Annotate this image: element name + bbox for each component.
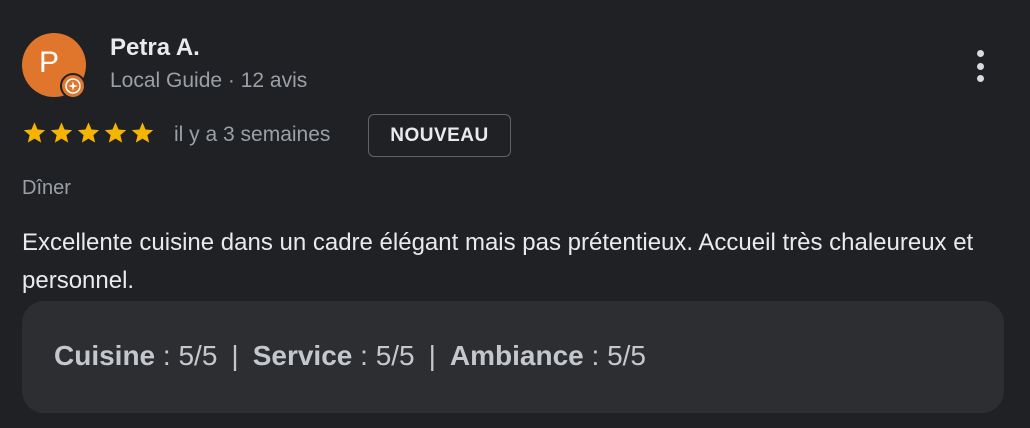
subrating-service: Service : 5/5 [252,340,415,371]
star-rating [22,120,155,146]
more-vert-icon-dot [976,75,984,82]
separator: | [428,340,436,371]
subrating-label: Service [252,340,353,371]
subrating-label: Cuisine [54,340,156,371]
star-icon [49,120,74,146]
review-card: P Petra A. Local Guide · 12 avis il y a … [0,0,1030,428]
subrating-cuisine: Cuisine : 5/5 [54,340,218,371]
star-icon [22,120,47,146]
star-icon [76,120,101,146]
subrating-label: Ambiance [449,340,584,371]
star-icon [130,120,155,146]
more-vert-icon-dot [976,50,984,57]
separator: | [231,340,239,371]
subrating-value: 5/5 [375,340,415,371]
more-vert-icon-dot [976,62,984,70]
subrating-value: 5/5 [607,340,647,371]
more-options-button[interactable] [962,46,998,86]
review-time: il y a 3 semaines [174,123,331,146]
subratings-panel: Cuisine : 5/5 | Service : 5/5 | Ambiance : 5… [22,301,1004,413]
subrating-value: 5/5 [178,340,218,371]
review-text: Excellente cuisine dans un cadre élégant… [22,229,974,294]
subrating-ambiance: Ambiance : 5/5 [449,340,647,371]
new-badge: NOUVEAU [368,114,511,157]
avatar[interactable]: P [22,33,86,99]
local-guide-badge-icon [60,73,86,99]
star-icon [103,120,128,146]
reviewer-meta[interactable]: Local Guide · 12 avis [110,69,307,93]
visit-context: Dîner [22,177,71,199]
subratings-line: Cuisine : 5/5 | Service : 5/5 | Ambiance : 5… [54,340,646,372]
reviewer-name[interactable]: Petra A. [110,34,200,62]
